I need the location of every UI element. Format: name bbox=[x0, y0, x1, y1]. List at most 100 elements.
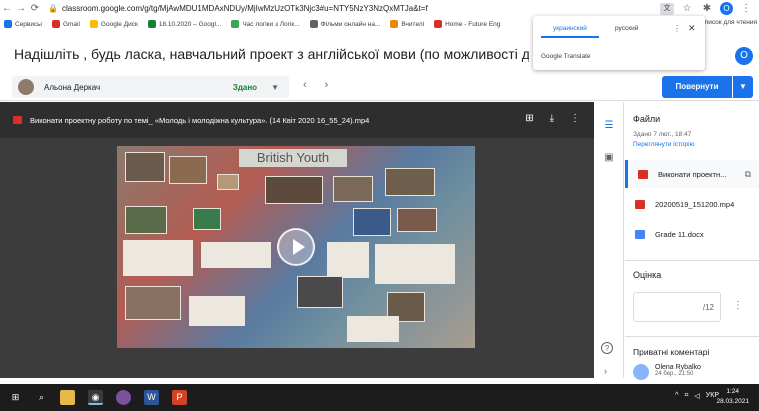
lock-icon: 🔒 bbox=[48, 4, 58, 13]
forward-icon[interactable]: → bbox=[14, 3, 28, 14]
page-title: Надішліть , будь ласка, навчальний проек… bbox=[14, 46, 529, 62]
add-to-drive-icon[interactable]: ⊞ bbox=[525, 113, 533, 124]
browser-address-bar: ← → ⟳ 🔒 classroom.google.com/g/tg/MjAwMDU… bbox=[0, 0, 759, 17]
poster-title: British Youth bbox=[239, 149, 347, 167]
profile-avatar[interactable]: O bbox=[720, 2, 733, 15]
comments-panel-icon[interactable]: ▣ bbox=[603, 152, 615, 164]
student-avatar bbox=[18, 79, 34, 95]
reload-icon[interactable]: ⟳ bbox=[28, 3, 42, 14]
help-icon[interactable]: ? bbox=[601, 342, 613, 354]
bookmark-item[interactable]: 18.10.2020 – Googl... bbox=[147, 20, 221, 28]
comment-author: Olena Rybalko bbox=[655, 364, 701, 371]
student-status: Здано bbox=[232, 82, 258, 92]
poster-photo bbox=[353, 208, 391, 236]
download-icon[interactable]: ⤓ bbox=[550, 113, 554, 124]
video-poster[interactable]: British Youth bbox=[117, 146, 475, 348]
menu-icon[interactable]: ⋮ bbox=[739, 3, 753, 14]
url-field[interactable]: 🔒 classroom.google.com/g/tg/MjAwMDU1MDAxN… bbox=[48, 4, 660, 13]
video-toolbar: Виконати проектну роботу по темі_ «Молод… bbox=[0, 102, 594, 138]
bookmark-icon bbox=[231, 20, 240, 28]
files-panel-icon[interactable]: ☰ bbox=[603, 120, 615, 132]
file-explorer-icon[interactable] bbox=[60, 390, 75, 405]
powerpoint-icon[interactable]: P bbox=[172, 390, 187, 405]
next-student-icon[interactable]: › bbox=[325, 79, 329, 91]
windows-start-icon[interactable]: ⊞ bbox=[8, 390, 23, 405]
divider bbox=[625, 260, 759, 261]
poster-photo bbox=[333, 176, 373, 202]
bookmark-icon bbox=[309, 20, 318, 28]
search-icon[interactable]: ⌕ bbox=[34, 390, 49, 405]
bookmark-item[interactable]: Фільми онлайн на... bbox=[309, 20, 380, 28]
poster-text-note bbox=[347, 316, 399, 342]
bookmark-icon bbox=[147, 20, 156, 28]
clock[interactable]: 1:24 28.03.2021 bbox=[716, 387, 749, 407]
bookmark-item[interactable]: Home - Future Eng bbox=[434, 20, 500, 28]
chevron-down-icon[interactable]: ▼ bbox=[271, 83, 279, 92]
more-icon[interactable]: ⋮ bbox=[570, 113, 580, 124]
side-rail: ☰ ▣ bbox=[594, 102, 624, 378]
files-title: Файли bbox=[633, 114, 661, 124]
extensions-icon[interactable]: ✱ bbox=[700, 3, 714, 14]
poster-text-note bbox=[327, 242, 369, 278]
account-avatar[interactable]: O bbox=[735, 47, 753, 65]
poster-text-note bbox=[375, 244, 455, 284]
file-row[interactable]: 20200519_151200.mp4 bbox=[625, 190, 759, 218]
bookmark-item[interactable]: Google Диск bbox=[89, 20, 138, 28]
play-button[interactable] bbox=[277, 228, 315, 266]
return-dropdown-icon[interactable]: ▼ bbox=[733, 76, 753, 98]
volume-icon[interactable]: ◁ bbox=[694, 392, 699, 400]
submitted-time: Здано 7 лют., 18:47 bbox=[633, 131, 692, 138]
student-selector[interactable]: Альона Деркач Здано ▼ bbox=[12, 76, 289, 98]
reading-list[interactable]: писок для чтения bbox=[700, 19, 757, 26]
poster-photo bbox=[125, 206, 167, 234]
poster-photo bbox=[385, 168, 435, 196]
viber-icon[interactable] bbox=[116, 390, 131, 405]
poster-text-note bbox=[123, 240, 193, 276]
star-icon[interactable]: ☆ bbox=[680, 3, 694, 14]
divider bbox=[625, 336, 759, 337]
video-viewer: Виконати проектну роботу по темі_ «Молод… bbox=[0, 102, 594, 378]
back-icon[interactable]: ← bbox=[0, 3, 14, 14]
translate-popup: украинский русский ⋮ ✕ Google Translate bbox=[533, 16, 705, 70]
open-external-icon[interactable]: ⧉ bbox=[745, 169, 751, 180]
poster-text-note bbox=[189, 296, 245, 326]
clock-time: 1:24 bbox=[726, 388, 740, 395]
network-icon[interactable]: ⌗ bbox=[684, 392, 688, 400]
poster-photo bbox=[297, 276, 343, 308]
bookmark-icon bbox=[4, 20, 12, 28]
video-file-icon bbox=[13, 116, 22, 124]
bookmark-icon bbox=[89, 20, 98, 28]
file-icon bbox=[635, 199, 645, 209]
more-icon[interactable]: ⋮ bbox=[733, 300, 743, 311]
grade-input[interactable]: /12 bbox=[633, 292, 721, 322]
translate-menu-icon[interactable]: ⋮ bbox=[673, 24, 681, 33]
translate-brand: Google Translate bbox=[541, 53, 591, 60]
bookmark-item[interactable]: Час логіки з Логік... bbox=[231, 20, 300, 28]
bookmark-icon bbox=[51, 20, 60, 28]
comment: Olena Rybalko 24 бер., 21:50 bbox=[633, 364, 701, 380]
history-link[interactable]: Переглянути історію bbox=[633, 141, 694, 148]
tray-chevron-up-icon[interactable]: ^ bbox=[675, 392, 678, 400]
translate-tab-ukrainian[interactable]: украинский bbox=[541, 25, 599, 38]
bookmark-item[interactable]: Вчителі bbox=[390, 20, 424, 28]
file-name: Виконати проектн... bbox=[658, 169, 727, 179]
previous-student-icon[interactable]: ‹ bbox=[303, 79, 307, 91]
comment-time: 24 бер., 21:50 bbox=[655, 371, 694, 377]
windows-taskbar: ⊞ ⌕ ◉ W P ^ ⌗ ◁ УКР 1:24 28.03.2021 bbox=[0, 384, 759, 411]
poster-photo bbox=[265, 176, 323, 204]
poster-text-note bbox=[201, 242, 271, 268]
private-comments-title: Приватні коментарі bbox=[633, 347, 710, 357]
close-icon[interactable]: ✕ bbox=[688, 23, 696, 34]
chevron-right-icon[interactable]: › bbox=[604, 366, 607, 376]
translate-icon[interactable]: 文 bbox=[660, 2, 674, 15]
word-icon[interactable]: W bbox=[144, 390, 159, 405]
return-button[interactable]: Повернути bbox=[662, 76, 732, 98]
translate-tab-russian[interactable]: русский bbox=[615, 25, 638, 32]
poster-photo bbox=[217, 174, 239, 190]
file-row[interactable]: Виконати проектн... ⧉ bbox=[625, 160, 759, 188]
submission-panel: Файли Здано 7 лют., 18:47 Переглянути іс… bbox=[625, 102, 759, 380]
bookmark-item[interactable]: Gmail bbox=[51, 20, 80, 28]
bookmark-item[interactable]: Сервисы bbox=[4, 20, 42, 28]
chrome-icon[interactable]: ◉ bbox=[88, 390, 103, 405]
file-row[interactable]: Grade 11.docx bbox=[625, 220, 759, 248]
